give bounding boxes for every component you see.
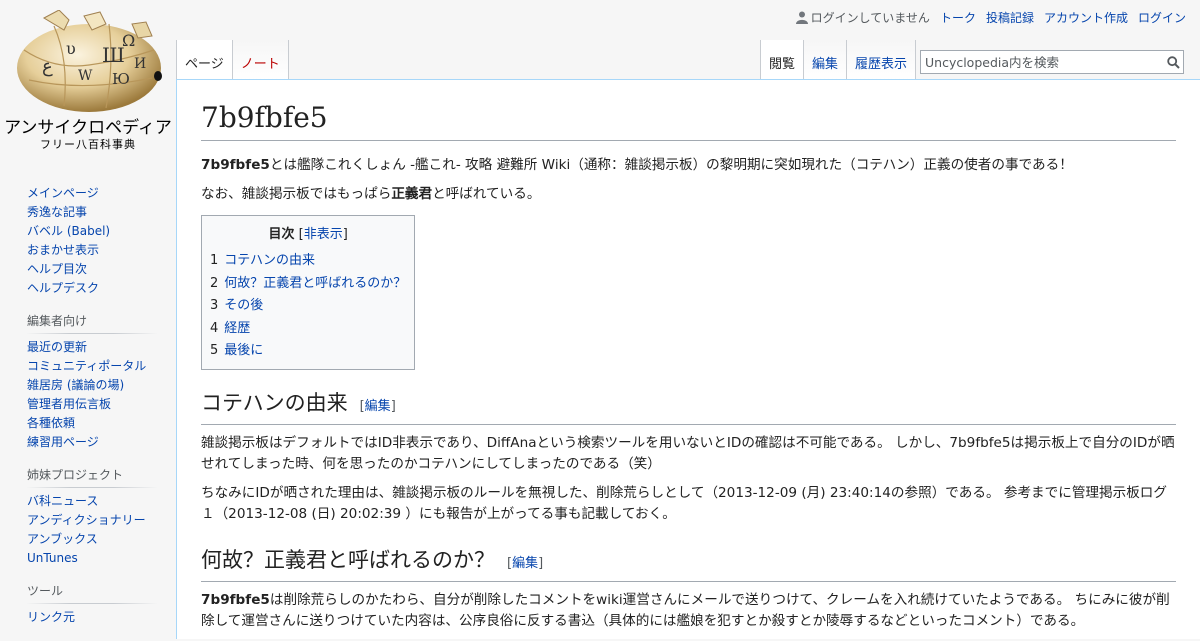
create-account-link[interactable]: アカウント作成 [1044, 9, 1128, 26]
tab-talk[interactable]: ノート [232, 40, 289, 80]
sidebar-item-sandbox[interactable]: 練習用ページ [27, 435, 99, 449]
toc-link-history[interactable]: 経歴 [224, 321, 250, 336]
toc-number: 5 [210, 343, 219, 358]
sidebar-sister-projects: 姉妹プロジェクト バ科ニュース アンディクショナリー アンブックス UnTune… [27, 466, 157, 568]
svg-text:Ю: Ю [112, 70, 130, 88]
user-icon [795, 11, 808, 24]
toc-number: 1 [210, 253, 219, 268]
sidebar-item-undictionary[interactable]: アンディクショナリー [27, 513, 146, 527]
toc-number: 3 [210, 298, 219, 313]
sidebar-item-recent-changes[interactable]: 最近の更新 [27, 340, 87, 354]
toc-title: 目次 [非表示] [210, 223, 406, 242]
sidebar-item-admin-noticeboard[interactable]: 管理者用伝言板 [27, 397, 111, 411]
toc-number: 4 [210, 320, 219, 336]
section-heading-why: 何故？正義君と呼ばれるのか？ [編集] [201, 545, 1176, 582]
intro-bold-title: 7b9fbfe5 [201, 157, 270, 173]
table-of-contents: 目次 [非表示] 1 コテハンの由来 2 何故？正義君と呼ばれるのか？ 3 その後 4… [201, 215, 416, 370]
sidebar-editors: 編集者向け 最近の更新 コミュニティポータル 雑居房 (議論の場) 管理者用伝言… [27, 312, 157, 452]
page-title: 7b9fbfe5 [201, 100, 1176, 141]
sidebar-item-help-desk[interactable]: ヘルプデスク [27, 281, 99, 295]
toc-link-origin[interactable]: コテハンの由来 [224, 253, 315, 268]
anon-user-status: ログインしていません [795, 9, 930, 26]
edit-section-link[interactable]: 編集 [512, 556, 538, 571]
toc-toggle: [非表示] [299, 227, 348, 242]
intro-paragraph-2: なお、雑談掲示板ではもっぱら正義君と呼ばれている。 [201, 184, 1176, 205]
section-origin-paragraph-1: 雑談掲示板はデフォルトではID非表示であり、DiffAnaという検索ツールを用い… [201, 434, 1175, 472]
intro-text-1: とは艦隊これくしょん -艦これ- 攻略 避難所 Wiki（通称：雑談掲示板）の黎… [269, 157, 1073, 173]
toc-item[interactable]: 5 最後に [210, 340, 406, 363]
sidebar-heading-editors: 編集者向け [27, 312, 157, 334]
toc-item[interactable]: 2 何故？正義君と呼ばれるのか？ [210, 273, 406, 296]
edit-section: [編集] [507, 556, 543, 571]
sidebar-item-community-portal[interactable]: コミュニティポータル [27, 359, 146, 373]
sidebar-tools: ツール リンク元 [27, 582, 157, 627]
section-why-paragraph-1: 7b9fbfe5は削除荒らしのかたわら、自分が削除したコメントをwiki運営さん… [201, 590, 1176, 632]
sidebar-item-babel[interactable]: バベル (Babel) [27, 224, 110, 238]
toc-link-why[interactable]: 何故？正義君と呼ばれるのか？ [224, 276, 406, 291]
edit-section-link[interactable]: 編集 [365, 399, 391, 414]
sidebar-item-unbooks[interactable]: アンブックス [27, 532, 98, 546]
logo-title: アンサイクロペディア [4, 118, 172, 138]
tab-read[interactable]: 閲覧 [760, 40, 805, 80]
edit-bracket-close: ] [538, 555, 544, 571]
login-link[interactable]: ログイン [1138, 9, 1186, 26]
search-box [920, 50, 1184, 74]
toc-link-finally[interactable]: 最後に [224, 343, 263, 358]
edit-bracket-close: ] [390, 398, 396, 414]
namespace-tabs: ページ ノート [176, 40, 289, 80]
tab-history[interactable]: 履歴表示 [847, 40, 917, 80]
search-button[interactable] [1163, 52, 1183, 72]
sidebar-heading-tools: ツール [27, 582, 157, 604]
sidebar-item-village-pump[interactable]: 雑居房 (議論の場) [27, 378, 124, 392]
toc-item[interactable]: 3 その後 [210, 295, 406, 318]
section-why-bold: 7b9fbfe5 [201, 591, 270, 608]
svg-text:υ: υ [66, 39, 76, 58]
tab-edit[interactable]: 編集 [804, 40, 848, 80]
sidebar-item-requests[interactable]: 各種依頼 [27, 416, 75, 430]
svg-text:W: W [78, 68, 93, 84]
svg-text:ع: ع [42, 56, 53, 77]
sidebar-item-help-contents[interactable]: ヘルプ目次 [27, 262, 87, 276]
site-logo[interactable]: Ш Ω υ ع Ю W И アンサイクロペディア フリー八百科事典 [0, 0, 176, 160]
toc-item[interactable]: 4 経歴 [210, 318, 406, 341]
toc-item[interactable]: 1 コテハンの由来 [210, 250, 406, 273]
talk-link[interactable]: トーク [940, 9, 976, 26]
sidebar-item-what-links-here[interactable]: リンク元 [27, 610, 75, 624]
section-heading-text: コテハンの由来 [201, 390, 348, 415]
search-input[interactable] [921, 54, 1164, 70]
toc-toggle-bracket-close: ] [342, 227, 348, 242]
toc-hide-link[interactable]: 非表示 [304, 227, 343, 242]
section-heading-origin: コテハンの由来 [編集] [201, 388, 1176, 425]
edit-section: [編集] [360, 399, 396, 414]
toc-heading: 目次 [268, 227, 295, 242]
sidebar-item-featured[interactable]: 秀逸な記事 [27, 205, 87, 219]
toc-number: 2 [210, 275, 219, 291]
section-why-text: は削除荒らしのかたわら、自分が削除したコメントをwiki運営さんにメールで送りつ… [201, 591, 1170, 629]
anon-user-text: ログインしていません [810, 11, 930, 25]
personal-tools: ログインしていません トーク 投稿記録 アカウント作成 ログイン [795, 9, 1186, 26]
section-heading-text: 何故？正義君と呼ばれるのか？ [201, 547, 495, 572]
sidebar-navigation: メインページ 秀逸な記事 バベル (Babel) おまかせ表示 ヘルプ目次 ヘル… [27, 184, 157, 298]
sidebar-item-untunes[interactable]: UnTunes [27, 551, 78, 565]
intro-bold-nickname: 正義君 [391, 186, 433, 202]
puzzle-globe-logo: Ш Ω υ ع Ю W И [17, 10, 162, 112]
toc-link-after[interactable]: その後 [224, 298, 263, 313]
sidebar-item-unnews[interactable]: バ科ニュース [27, 494, 98, 508]
tab-page[interactable]: ページ [176, 40, 233, 80]
section-origin-paragraph-2: ちなみにIDが晒された理由は、雑談掲示板のルールを無視した、削除荒らしとして（2… [201, 484, 1167, 522]
intro-paragraph-1: 7b9fbfe5とは艦隊これくしょん -艦これ- 攻略 避難所 Wiki（通称：… [201, 155, 1176, 176]
sidebar-heading-sister: 姉妹プロジェクト [27, 466, 157, 488]
sidebar-item-random[interactable]: おまかせ表示 [27, 243, 99, 257]
logo-subtitle: フリー八百科事典 [40, 138, 136, 151]
svg-text:Ω: Ω [122, 31, 135, 50]
article-content: 7b9fbfe5 7b9fbfe5とは艦隊これくしょん -艦これ- 攻略 避難所… [176, 79, 1200, 639]
sidebar-item-main-page[interactable]: メインページ [27, 186, 99, 200]
intro-text-2a: なお、雑談掲示板ではもっぱら [201, 186, 392, 202]
svg-text:И: И [134, 56, 146, 72]
view-tabs: 閲覧 編集 履歴表示 [760, 40, 917, 80]
contributions-link[interactable]: 投稿記録 [986, 9, 1034, 26]
sidebar: メインページ 秀逸な記事 バベル (Babel) おまかせ表示 ヘルプ目次 ヘル… [0, 180, 176, 641]
search-icon [1166, 55, 1180, 69]
intro-text-2b: と呼ばれている。 [432, 186, 541, 202]
